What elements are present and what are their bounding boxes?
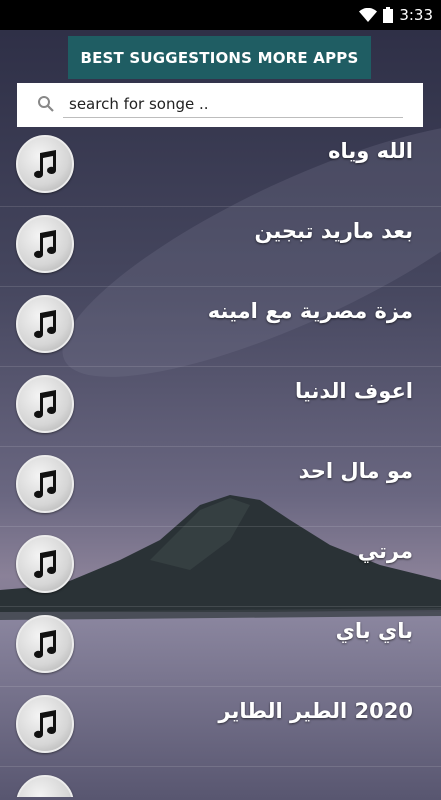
song-row-partial[interactable] (0, 767, 441, 797)
music-note-icon (16, 455, 74, 513)
song-title: مرتي (357, 539, 413, 563)
song-list: الله وياه بعد ماريد تبجين مزة مصرية مع ا… (0, 127, 441, 797)
music-note-icon (16, 215, 74, 273)
song-title: 2020 الطير الطاير (218, 699, 413, 723)
search-bar (17, 83, 423, 127)
song-title: باي باي (335, 619, 413, 643)
song-title: مو مال احد (298, 459, 413, 483)
music-note-icon (16, 375, 74, 433)
wifi-icon (359, 8, 378, 22)
song-row[interactable]: الله وياه (0, 127, 441, 207)
music-note-icon (16, 615, 74, 673)
song-row[interactable]: باي باي (0, 607, 441, 687)
song-title: بعد ماريد تبجين (254, 219, 413, 243)
song-row[interactable]: مو مال احد (0, 447, 441, 527)
search-input[interactable] (63, 90, 403, 118)
battery-icon (383, 7, 394, 23)
music-note-icon (16, 135, 74, 193)
song-row[interactable]: اعوف الدنيا (0, 367, 441, 447)
status-time: 3:33 (399, 6, 433, 24)
song-title: اعوف الدنيا (295, 379, 413, 403)
song-title: مزة مصرية مع امينه (207, 299, 413, 323)
song-row[interactable]: بعد ماريد تبجين (0, 207, 441, 287)
music-note-icon (16, 295, 74, 353)
song-title: الله وياه (328, 139, 413, 163)
music-note-icon (16, 695, 74, 753)
song-row[interactable]: مزة مصرية مع امينه (0, 287, 441, 367)
music-note-icon (16, 535, 74, 593)
search-icon (37, 95, 55, 117)
song-row[interactable]: 2020 الطير الطاير (0, 687, 441, 767)
more-apps-banner-button[interactable]: BEST SUGGESTIONS MORE APPS (68, 36, 371, 79)
status-bar: 3:33 (0, 0, 441, 30)
song-row[interactable]: مرتي (0, 527, 441, 607)
music-note-icon (16, 775, 74, 797)
